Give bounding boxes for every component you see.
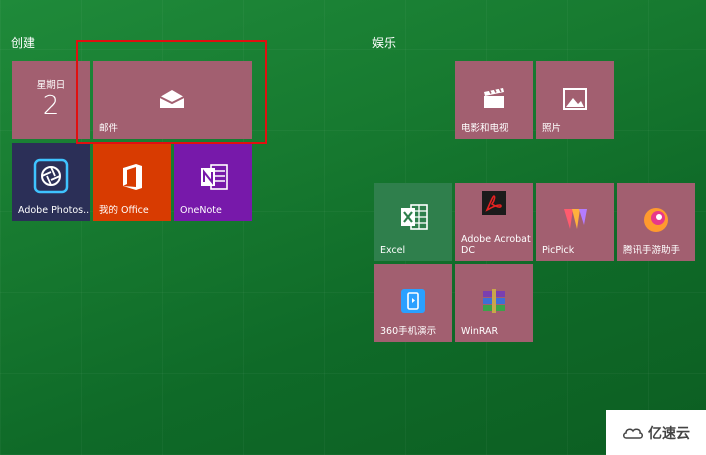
- winrar-tile[interactable]: WinRAR: [455, 264, 533, 342]
- photos-tile[interactable]: 照片: [536, 61, 614, 139]
- photoshop-aperture-icon: [32, 157, 70, 195]
- photo-icon: [563, 88, 587, 110]
- picpick-icon: [562, 207, 588, 231]
- movies-tv-label: 电影和电视: [461, 123, 509, 134]
- group-title-create: 创建: [11, 36, 36, 50]
- 360-phone-demo-icon: [401, 289, 425, 313]
- onenote-label: OneNote: [180, 205, 222, 216]
- mail-icon: [157, 87, 187, 111]
- movies-tv-tile[interactable]: 电影和电视: [455, 61, 533, 139]
- mail-label: 邮件: [99, 123, 119, 134]
- onenote-icon: [199, 163, 229, 191]
- photoshop-label: Adobe Photos...: [18, 205, 90, 216]
- onenote-tile[interactable]: OneNote: [174, 143, 252, 221]
- mail-tile[interactable]: 邮件: [93, 61, 252, 139]
- acrobat-icon: [482, 191, 506, 215]
- watermark: 亿速云: [606, 410, 706, 455]
- acrobat-tile[interactable]: Adobe Acrobat DC: [455, 183, 533, 261]
- clapperboard-icon: [482, 86, 506, 110]
- excel-tile[interactable]: Excel: [374, 183, 452, 261]
- tencent-game-assistant-icon: [643, 207, 669, 233]
- 360-phone-demo-tile[interactable]: 360手机演示: [374, 264, 452, 342]
- excel-label: Excel: [380, 245, 406, 256]
- 360-phone-demo-label: 360手机演示: [380, 326, 437, 337]
- calendar-day: 星期日: [36, 80, 66, 91]
- excel-icon: [399, 203, 429, 231]
- picpick-label: PicPick: [542, 245, 575, 256]
- office-tile[interactable]: 我的 Office: [93, 143, 171, 221]
- tencent-game-assistant-tile[interactable]: 腾讯手游助手: [617, 183, 695, 261]
- winrar-label: WinRAR: [461, 326, 499, 337]
- tencent-game-assistant-label: 腾讯手游助手: [623, 245, 681, 256]
- calendar-date: 2: [42, 91, 60, 121]
- group-title-entertainment: 娱乐: [372, 36, 397, 50]
- office-label: 我的 Office: [99, 205, 149, 216]
- winrar-icon: [481, 289, 507, 313]
- acrobat-label: Adobe Acrobat DC: [461, 234, 531, 256]
- cloud-logo-icon: [623, 428, 643, 439]
- office-icon: [119, 163, 145, 191]
- picpick-tile[interactable]: PicPick: [536, 183, 614, 261]
- photos-label: 照片: [542, 123, 562, 134]
- calendar-tile[interactable]: 星期日 2: [12, 61, 90, 139]
- watermark-text: 亿速云: [648, 425, 690, 442]
- photoshop-tile[interactable]: Adobe Photos...: [12, 143, 90, 221]
